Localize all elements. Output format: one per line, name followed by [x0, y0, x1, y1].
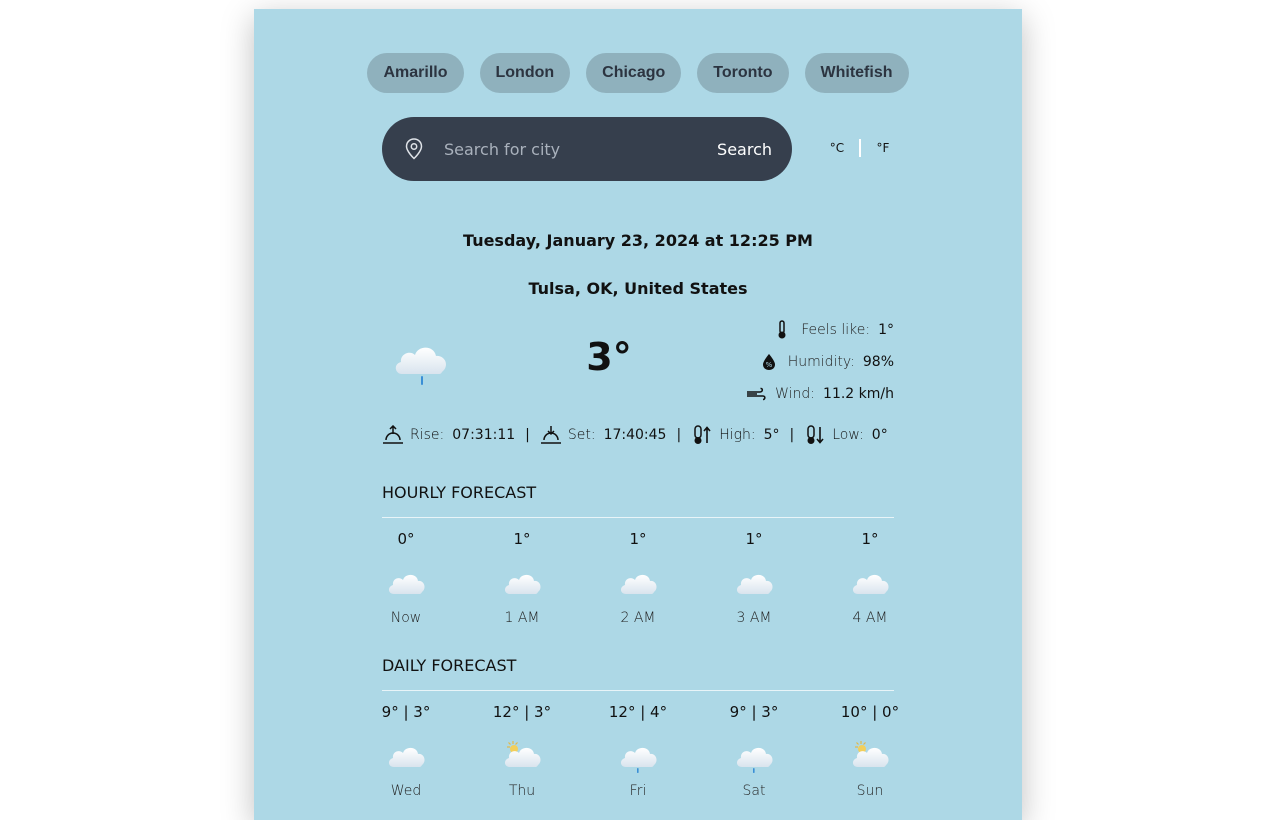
search-input[interactable] — [444, 139, 718, 159]
sunset-value: 17:40:45 — [603, 427, 667, 443]
hourly-temp: 1° — [629, 530, 647, 548]
daily-item: 9° | 3° Wed — [348, 703, 464, 799]
hourly-item: 1° 2 AM — [580, 530, 696, 626]
wind-icon — [745, 384, 767, 404]
weather-app: Amarillo London Chicago Toronto Whitefis… — [254, 9, 1022, 820]
hourly-label: 2 AM — [620, 610, 656, 626]
sunrise-value: 07:31:11 — [452, 427, 516, 443]
separator: | — [789, 427, 795, 443]
daily-label: Fri — [629, 783, 647, 799]
hourly-label: Now — [390, 610, 422, 626]
daily-item: 12° | 4° Fri — [580, 703, 696, 799]
hourly-temp: 0° — [397, 530, 415, 548]
search-button[interactable]: Search — [717, 140, 772, 159]
hourly-item: 1° 4 AM — [812, 530, 928, 626]
feels-like-row: Feels like: 1° — [745, 314, 894, 346]
humidity-value: 98% — [862, 354, 894, 370]
sunrise-icon — [382, 424, 404, 446]
wind-value: 11.2 km/h — [823, 386, 894, 402]
humidity-drop-icon: % — [758, 352, 780, 372]
hourly-label: 4 AM — [852, 610, 888, 626]
daily-item: 12° | 3° Thu — [464, 703, 580, 799]
hourly-forecast: 0° Now 1° 1 AM 1° 2 AM 1° 3 AM 1° 4 AM — [348, 530, 928, 626]
daily-forecast: 9° | 3° Wed 12° | 3° Thu 12° | 4° Fri 9° | 3° S… — [348, 703, 928, 799]
daily-label: Sun — [856, 783, 884, 799]
sunset-icon — [540, 424, 562, 446]
wind-label: Wind: — [775, 386, 816, 402]
hourly-item: 1° 3 AM — [696, 530, 812, 626]
current-temperature: 3° — [586, 335, 632, 379]
daily-item: 9° | 3° Sat — [696, 703, 812, 799]
search-bar: Search — [382, 117, 792, 181]
hourly-temp: 1° — [861, 530, 879, 548]
daily-divider — [382, 690, 894, 691]
separator: | — [676, 427, 682, 443]
celsius-button[interactable]: °C — [826, 141, 848, 155]
separator: | — [525, 427, 530, 443]
cloud-rain-icon — [618, 737, 658, 773]
city-chips: Amarillo London Chicago Toronto Whitefis… — [254, 53, 1022, 93]
hourly-label: 1 AM — [504, 610, 540, 626]
hourly-forecast-title: HOURLY FORECAST — [382, 483, 537, 502]
daily-temp: 10° | 0° — [840, 703, 900, 721]
high-value: 5° — [763, 427, 780, 443]
location-pin-icon[interactable] — [404, 138, 424, 160]
wind-row: Wind: 11.2 km/h — [745, 378, 894, 410]
cloud-rain-icon — [392, 334, 452, 394]
sun-temp-summary: Rise: 07:31:11 | Set: 17:40:45 | High: 5… — [382, 423, 888, 447]
daily-label: Sat — [742, 783, 766, 799]
hourly-temp: 1° — [745, 530, 763, 548]
partly-cloudy-icon — [850, 737, 890, 773]
unit-divider — [859, 139, 861, 157]
daily-forecast-title: DAILY FORECAST — [382, 656, 517, 675]
unit-toggle: °C °F — [826, 139, 894, 157]
sunrise-label: Rise: — [410, 427, 445, 443]
humidity-row: % Humidity: 98% — [745, 346, 894, 378]
daily-label: Wed — [390, 783, 422, 799]
temp-high-icon — [691, 424, 713, 446]
cloud-rain-icon — [734, 737, 774, 773]
partly-cloudy-icon — [502, 737, 542, 773]
fahrenheit-button[interactable]: °F — [872, 141, 894, 155]
svg-text:%: % — [765, 361, 772, 369]
daily-temp: 9° | 3° — [381, 703, 431, 721]
city-chip-whitefish[interactable]: Whitefish — [804, 53, 909, 93]
city-chip-amarillo[interactable]: Amarillo — [367, 53, 464, 93]
high-label: High: — [719, 427, 756, 443]
cloud-icon — [502, 564, 542, 600]
hourly-item: 0° Now — [348, 530, 464, 626]
cloud-icon — [618, 564, 658, 600]
cloud-icon — [386, 564, 426, 600]
hourly-divider — [382, 517, 894, 518]
humidity-label: Humidity: — [787, 354, 855, 370]
temp-low-icon — [804, 424, 826, 446]
cloud-icon — [386, 737, 426, 773]
hourly-item: 1° 1 AM — [464, 530, 580, 626]
cloud-icon — [734, 564, 774, 600]
hourly-label: 3 AM — [736, 610, 772, 626]
low-value: 0° — [871, 427, 888, 443]
city-chip-toronto[interactable]: Toronto — [697, 53, 789, 93]
current-details: Feels like: 1° % Humidity: 98% Wind: 11.… — [745, 314, 894, 410]
feels-like-value: 1° — [878, 322, 894, 338]
cloud-icon — [850, 564, 890, 600]
location-title: Tulsa, OK, United States — [528, 279, 748, 298]
city-chip-london[interactable]: London — [479, 53, 571, 93]
daily-temp: 9° | 3° — [729, 703, 779, 721]
thermometer-icon — [771, 320, 793, 340]
sunset-label: Set: — [567, 427, 596, 443]
daily-label: Thu — [508, 783, 536, 799]
daily-temp: 12° | 3° — [492, 703, 552, 721]
hourly-temp: 1° — [513, 530, 531, 548]
city-chip-chicago[interactable]: Chicago — [586, 53, 682, 93]
feels-like-label: Feels like: — [801, 322, 871, 338]
daily-temp: 12° | 4° — [608, 703, 668, 721]
daily-item: 10° | 0° Sun — [812, 703, 928, 799]
date-time: Tuesday, January 23, 2024 at 12:25 PM — [463, 231, 813, 250]
low-label: Low: — [832, 427, 864, 443]
